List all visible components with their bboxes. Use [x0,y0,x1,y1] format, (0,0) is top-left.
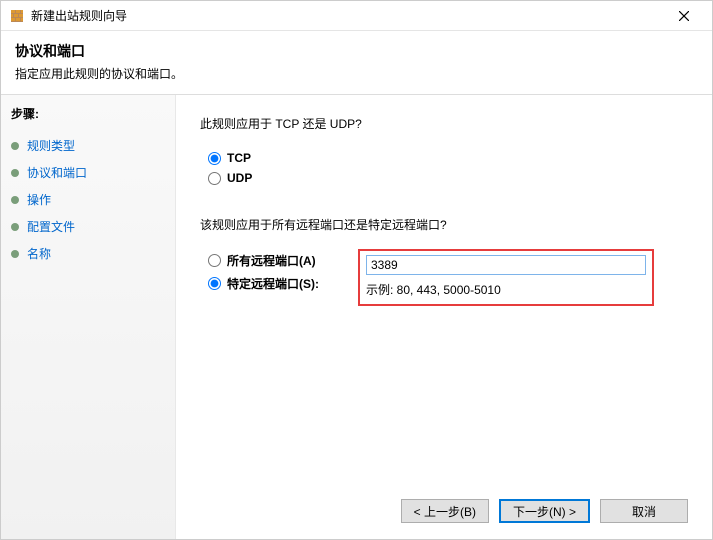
step-bullet-icon [11,250,19,258]
step-protocol-port[interactable]: 协议和端口 [11,159,165,186]
radio-specific-ports[interactable] [208,277,221,290]
port-section: 该规则应用于所有远程端口还是特定远程端口? 所有远程端口(A) 特定远程端口(S… [200,216,688,306]
step-action[interactable]: 操作 [11,186,165,213]
port-scope-radio-group: 所有远程端口(A) 特定远程端口(S): [208,249,358,295]
step-label: 名称 [27,245,51,262]
step-bullet-icon [11,169,19,177]
window-title: 新建出站规则向导 [31,7,664,24]
radio-all-ports-label: 所有远程端口(A) [227,252,316,269]
firewall-icon [9,8,25,24]
question-protocol: 此规则应用于 TCP 还是 UDP? [200,115,688,132]
steps-header: 步骤: [11,105,165,122]
protocol-radio-group: TCP UDP [208,148,688,188]
radio-udp-label: UDP [227,171,252,185]
page-title: 协议和端口 [15,41,698,61]
step-label: 协议和端口 [27,164,87,181]
step-bullet-icon [11,142,19,150]
radio-specific-ports-label: 特定远程端口(S): [227,275,319,292]
steps-sidebar: 步骤: 规则类型 协议和端口 操作 配置文件 名称 [1,95,176,539]
step-label: 操作 [27,191,51,208]
radio-tcp-label: TCP [227,151,251,165]
page-header: 协议和端口 指定应用此规则的协议和端口。 [1,31,712,86]
radio-udp-row[interactable]: UDP [208,168,688,188]
titlebar: 新建出站规则向导 [1,1,712,31]
radio-udp[interactable] [208,172,221,185]
wizard-footer: < 上一步(B) 下一步(N) > 取消 [401,499,688,523]
body: 步骤: 规则类型 协议和端口 操作 配置文件 名称 此规 [1,95,712,539]
step-label: 配置文件 [27,218,75,235]
next-button[interactable]: 下一步(N) > [499,499,590,523]
port-example-text: 示例: 80, 443, 5000-5010 [366,281,646,298]
back-button[interactable]: < 上一步(B) [401,499,489,523]
step-bullet-icon [11,196,19,204]
close-button[interactable] [664,2,704,30]
question-port-scope: 该规则应用于所有远程端口还是特定远程端口? [200,216,688,233]
close-icon [679,11,689,21]
step-rule-type[interactable]: 规则类型 [11,132,165,159]
step-profile[interactable]: 配置文件 [11,213,165,240]
step-bullet-icon [11,223,19,231]
page-subtitle: 指定应用此规则的协议和端口。 [15,65,698,82]
cancel-button[interactable]: 取消 [600,499,688,523]
radio-all-ports[interactable] [208,254,221,267]
radio-tcp[interactable] [208,152,221,165]
radio-specific-ports-row[interactable]: 特定远程端口(S): [208,272,358,295]
step-label: 规则类型 [27,137,75,154]
radio-tcp-row[interactable]: TCP [208,148,688,168]
port-input[interactable] [366,255,646,275]
port-input-highlight: 示例: 80, 443, 5000-5010 [358,249,654,306]
wizard-window: 新建出站规则向导 协议和端口 指定应用此规则的协议和端口。 步骤: 规则类型 协… [0,0,713,540]
radio-all-ports-row[interactable]: 所有远程端口(A) [208,249,358,272]
content-panel: 此规则应用于 TCP 还是 UDP? TCP UDP 该规则应用于所有远程端口还… [176,95,712,539]
step-name[interactable]: 名称 [11,240,165,267]
